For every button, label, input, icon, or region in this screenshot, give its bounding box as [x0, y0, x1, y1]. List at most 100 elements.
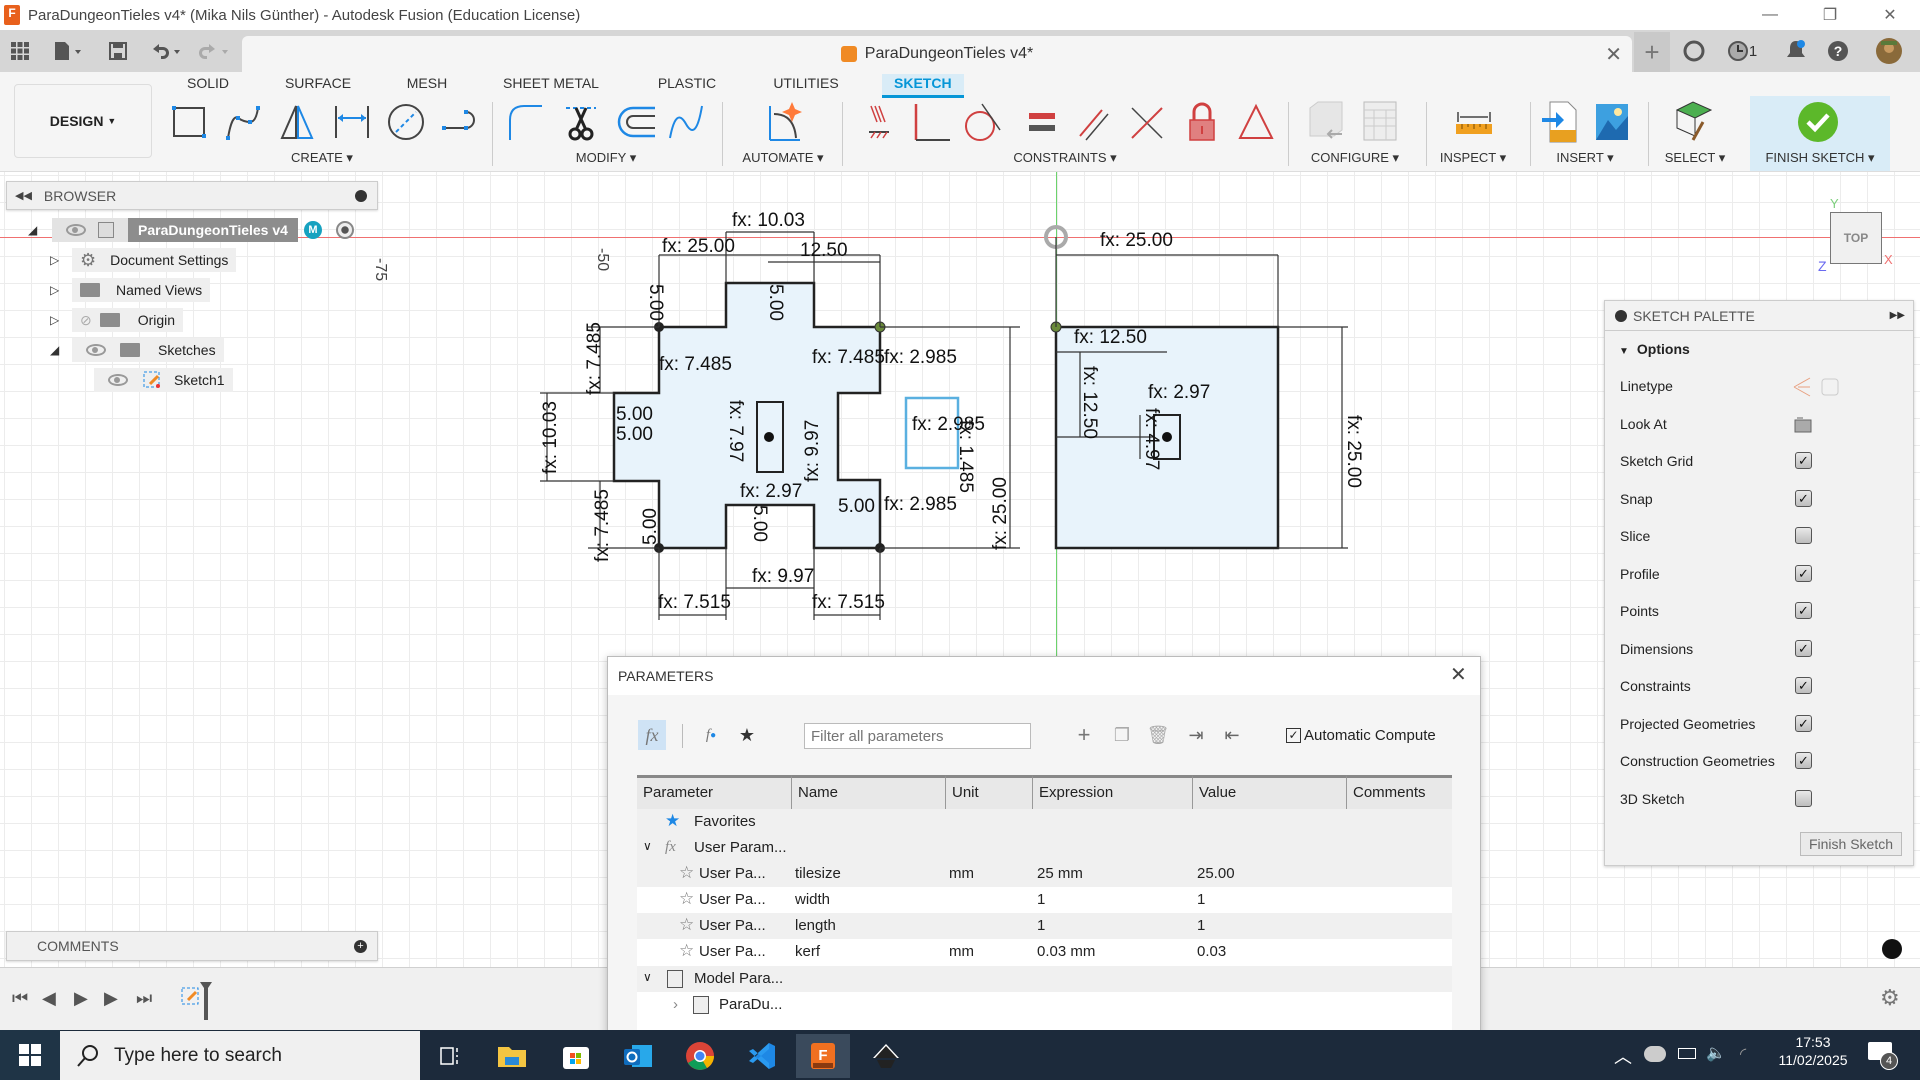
collapse-triangle-icon[interactable]: ◢	[50, 343, 64, 357]
parameter-expression-cell[interactable]: 25 mm	[1037, 865, 1083, 882]
dimensions-checkbox[interactable]: ✓	[1795, 639, 1812, 657]
profile-checkbox[interactable]: ✓	[1795, 564, 1812, 582]
select-menu[interactable]: SELECT ▾	[1652, 150, 1738, 166]
import-parameters-icon[interactable]: ⇥	[1184, 720, 1208, 750]
parameter-row[interactable]: ☆ User Pa... length 1 1	[637, 913, 1452, 939]
automate-tool-icon[interactable]	[760, 100, 810, 144]
favorite-star-icon[interactable]: ☆	[679, 915, 694, 935]
tab-sheet-metal[interactable]: SHEET METAL	[503, 74, 599, 98]
expand-triangle-icon[interactable]: ▷	[50, 253, 64, 267]
projected-geometries-checkbox[interactable]: ✓	[1795, 714, 1812, 732]
automate-menu[interactable]: AUTOMATE ▾	[738, 150, 828, 166]
wifi-icon[interactable]: ◜	[1740, 1044, 1746, 1064]
tab-mesh[interactable]: MESH	[405, 74, 449, 98]
microsoft-store-icon[interactable]	[556, 1038, 596, 1074]
visibility-eye-icon[interactable]	[108, 374, 128, 386]
copy-parameter-icon[interactable]: ❐	[1110, 720, 1134, 750]
step-back-icon[interactable]: ◀	[42, 988, 56, 1009]
mirror-tool-icon[interactable]	[276, 100, 320, 144]
column-header-value[interactable]: Value	[1193, 775, 1347, 809]
linetype-icons[interactable]	[1792, 376, 1842, 398]
chrome-icon[interactable]	[680, 1038, 720, 1074]
activate-radio-icon[interactable]	[335, 221, 354, 239]
3d-sketch-checkbox[interactable]	[1795, 789, 1812, 807]
automatic-compute-checkbox[interactable]: ✓ Automatic Compute	[1286, 727, 1436, 744]
sketch-grid-checkbox[interactable]: ✓	[1795, 452, 1812, 469]
job-status-icon[interactable]: 1	[1722, 36, 1762, 66]
favorite-star-icon[interactable]: ☆	[679, 863, 694, 883]
tab-solid[interactable]: SOLID	[187, 74, 229, 98]
slot-tool-icon[interactable]	[438, 100, 482, 144]
parameter-row[interactable]: ☆ User Pa... tilesize mm 25 mm 25.00	[637, 861, 1452, 887]
finish-sketch-palette-button[interactable]: Finish Sketch	[1800, 832, 1902, 856]
expand-triangle-icon[interactable]: ▷	[50, 313, 64, 327]
collapse-chevron-icon[interactable]: ∨	[643, 970, 652, 984]
lock-constraint-icon[interactable]	[1180, 100, 1224, 144]
document-tab[interactable]: ParaDungeonTieles v4* ✕	[242, 36, 1632, 72]
visibility-eye-icon[interactable]	[86, 344, 106, 356]
apps-grid-icon[interactable]	[8, 36, 32, 66]
spline-tool-icon[interactable]	[222, 100, 266, 144]
play-icon[interactable]: ▶	[74, 988, 88, 1009]
timeline-sketch-feature-icon[interactable]	[180, 982, 216, 1020]
user-parameters-group-row[interactable]: ∨ fx User Param...	[637, 835, 1452, 861]
create-menu[interactable]: CREATE ▾	[282, 150, 362, 166]
hidden-eye-icon[interactable]: ⊘	[80, 312, 92, 329]
new-tab-icon[interactable]: +	[1634, 32, 1670, 72]
vscode-icon[interactable]	[742, 1038, 782, 1074]
checkbox-checked[interactable]: ✓	[1286, 728, 1301, 743]
extensions-icon[interactable]	[1680, 36, 1708, 66]
go-to-end-icon[interactable]: ⏭	[136, 988, 152, 1009]
export-parameters-icon[interactable]: ⇤	[1220, 720, 1244, 750]
points-checkbox[interactable]: ✓	[1795, 602, 1812, 619]
add-comment-icon[interactable]: +	[354, 940, 367, 953]
trim-tool-icon[interactable]	[560, 100, 604, 144]
collapse-triangle-icon[interactable]: ◢	[28, 223, 42, 237]
tab-plastic[interactable]: PLASTIC	[657, 74, 717, 98]
insert-svg-icon[interactable]	[1538, 100, 1582, 144]
favorite-star-icon[interactable]: ☆	[679, 889, 694, 909]
column-header-name[interactable]: Name	[792, 775, 946, 809]
perpendicular-constraint-icon[interactable]	[910, 100, 954, 144]
configure-menu[interactable]: CONFIGURE ▾	[1300, 150, 1410, 166]
triangle-constraint-icon[interactable]	[1234, 100, 1278, 144]
parameter-expression-cell[interactable]: 1	[1037, 917, 1045, 934]
favorites-group-row[interactable]: ★ Favorites	[637, 809, 1452, 835]
user-parameters-icon[interactable]: f ●	[698, 720, 724, 750]
browser-item-named-views[interactable]: ▷ Named Views	[50, 278, 211, 302]
model-child-row[interactable]: › ParaDu...	[637, 992, 1452, 1018]
battery-icon[interactable]	[1678, 1048, 1696, 1059]
finish-sketch-menu[interactable]: FINISH SKETCH ▾	[1752, 150, 1888, 166]
close-dialog-icon[interactable]: ✕	[1450, 662, 1467, 687]
browser-root-item[interactable]: ◢ ParaDungeonTieles v4 M	[28, 218, 354, 242]
volume-icon[interactable]: 🔈	[1706, 1043, 1726, 1063]
select-tool-icon[interactable]	[1672, 100, 1716, 144]
viewcube[interactable]: TOP	[1830, 212, 1882, 264]
add-parameter-icon[interactable]: +	[1072, 720, 1096, 750]
expand-chevron-icon[interactable]: ›	[673, 996, 678, 1013]
outlook-icon[interactable]	[618, 1038, 658, 1074]
insert-canvas-icon[interactable]	[1590, 100, 1634, 144]
column-header-expression[interactable]: Expression	[1033, 775, 1193, 809]
insert-menu[interactable]: INSERT ▾	[1540, 150, 1630, 166]
options-section-toggle[interactable]: ▼ Options	[1619, 341, 1690, 357]
look-at-icon[interactable]	[1793, 414, 1813, 434]
workspace-switcher-button[interactable]: DESIGN ▼	[14, 84, 152, 158]
constraints-checkbox[interactable]: ✓	[1795, 677, 1812, 694]
close-tab-icon[interactable]: ✕	[1605, 42, 1622, 67]
palette-pin-icon[interactable]	[1615, 309, 1627, 322]
rectangle-tool-icon[interactable]	[168, 100, 212, 144]
redo-icon[interactable]	[196, 36, 232, 66]
slice-checkbox[interactable]	[1795, 527, 1812, 544]
parallel-constraint-icon[interactable]	[1072, 100, 1116, 144]
tangent-constraint-icon[interactable]	[962, 100, 1006, 144]
comments-panel-header[interactable]: COMMENTS +	[6, 931, 378, 961]
dimension-tool-icon[interactable]	[330, 100, 374, 144]
step-forward-icon[interactable]: ▶	[104, 988, 118, 1009]
browser-item-document-settings[interactable]: ▷ ⚙ Document Settings	[50, 248, 237, 272]
fusion-taskbar-icon[interactable]: F	[796, 1034, 850, 1078]
notifications-icon[interactable]	[1782, 36, 1810, 66]
model-parameters-group-row[interactable]: ∨ Model Para...	[637, 966, 1452, 992]
parameter-row[interactable]: ☆ User Pa... kerf mm 0.03 mm 0.03	[637, 939, 1452, 965]
undo-icon[interactable]	[148, 36, 184, 66]
